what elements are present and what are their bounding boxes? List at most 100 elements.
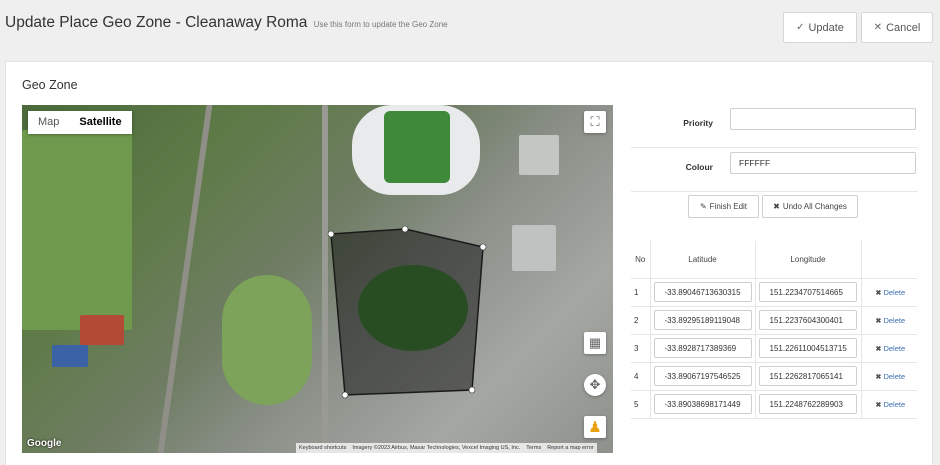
longitude-cell [754,362,861,391]
delete-x-icon: ✖ [875,345,882,353]
delete-x-icon: ✖ [875,373,882,381]
priority-row: Priority [631,104,918,148]
move-icon[interactable]: ✥ [584,374,606,396]
page-header: Update Place Geo Zone - Cleanaway Roma U… [0,0,940,58]
keyboard-shortcuts-link[interactable]: Keyboard shortcuts [299,445,346,451]
col-no-header: No [631,241,650,279]
grid-icon[interactable]: ▦ [584,332,606,354]
pencil-icon: ✎ [699,202,707,211]
table-row: 4 ✖ Delete [631,362,917,391]
colour-label: Colour [685,162,713,172]
colour-row: Colour [631,148,918,192]
latitude-cell [649,334,755,363]
report-error-link[interactable]: Report a map error [547,445,593,451]
latitude-input[interactable] [653,338,752,358]
page-title: Update Place Geo Zone - Cleanaway Roma U… [5,14,448,32]
priority-input[interactable] [730,108,916,130]
coordinates-table: No Latitude Longitude 1 ✖ Delete 2 ✖ Delete… [631,241,917,419]
delete-label: Delete [883,371,906,381]
undo-all-changes-button[interactable]: ✖ Undo All Changes [762,195,858,218]
cancel-button-label: Cancel [886,21,921,34]
longitude-cell [754,278,861,307]
fullscreen-icon[interactable]: ⛶ [584,111,606,133]
delete-cell: ✖ Delete [860,390,917,419]
longitude-input[interactable] [758,338,857,358]
polygon-vertex[interactable] [341,391,349,399]
delete-label: Delete [883,343,906,353]
col-latitude-header: Latitude [649,241,755,279]
longitude-input[interactable] [758,310,857,330]
delete-cell: ✖ Delete [860,278,917,307]
table-row: 3 ✖ Delete [631,334,917,363]
delete-label: Delete [883,287,906,297]
geo-zone-polygon[interactable] [22,105,613,453]
longitude-input[interactable] [758,394,857,414]
undo-x-icon: ✖ [773,202,780,211]
map-attribution: Keyboard shortcuts Imagery ©2023 Airbus,… [296,443,597,453]
delete-button[interactable]: ✖ Delete [862,400,906,409]
delete-label: Delete [883,315,906,325]
update-button[interactable]: ✓ Update [783,12,857,43]
delete-cell: ✖ Delete [860,334,917,363]
delete-button[interactable]: ✖ Delete [862,288,906,297]
polygon-vertex[interactable] [401,225,409,233]
col-longitude-header: Longitude [754,241,861,279]
delete-x-icon: ✖ [875,289,882,297]
polygon-vertex[interactable] [479,243,487,251]
latitude-cell [649,278,755,307]
longitude-cell [754,390,861,419]
longitude-cell [754,334,861,363]
delete-cell: ✖ Delete [860,362,917,391]
table-row: 5 ✖ Delete [631,390,917,419]
delete-button[interactable]: ✖ Delete [862,372,906,381]
polygon-vertex[interactable] [468,386,476,394]
delete-label: Delete [883,399,906,409]
coordinates-body: 1 ✖ Delete 2 ✖ Delete 3 ✖ Delete 4 ✖ Delete 5 ✖ D… [631,278,917,419]
latitude-input[interactable] [653,310,752,330]
delete-button[interactable]: ✖ Delete [862,344,906,353]
delete-button[interactable]: ✖ Delete [862,316,906,325]
undo-label: Undo All Changes [782,202,847,211]
longitude-input[interactable] [758,282,857,302]
check-icon: ✓ [796,22,805,33]
map-type-toggle: Map Satellite [28,111,132,134]
delete-x-icon: ✖ [875,317,882,325]
imagery-credit: Imagery ©2023 Airbus, Maxar Technologies… [352,445,521,451]
section-title: Geo Zone [22,78,78,92]
close-icon: ✕ [873,22,883,33]
google-logo: Google [27,438,62,449]
latitude-input[interactable] [653,394,752,414]
row-number: 3 [631,334,650,363]
longitude-input[interactable] [758,366,857,386]
latitude-cell [649,362,755,391]
latitude-cell [649,306,755,335]
polygon-vertex[interactable] [327,230,335,238]
longitude-cell [754,306,861,335]
delete-x-icon: ✖ [875,401,882,409]
row-number: 5 [631,390,650,419]
satellite-tab[interactable]: Satellite [69,111,131,134]
row-number: 2 [631,306,650,335]
table-row: 1 ✖ Delete [631,278,917,307]
finish-edit-button[interactable]: ✎ Finish Edit [688,195,759,218]
page-title-text: Update Place Geo Zone - Cleanaway Roma [5,14,308,31]
update-button-label: Update [808,21,844,34]
map-tab[interactable]: Map [28,111,69,134]
satellite-map[interactable]: Map Satellite ⛶ ▦ ✥ ♟ Google Keyboard sh… [22,105,613,453]
cancel-button[interactable]: ✕ Cancel [861,12,933,43]
colour-input[interactable] [730,152,916,174]
latitude-cell [649,390,755,419]
row-number: 4 [631,362,650,391]
latitude-input[interactable] [653,366,752,386]
finish-edit-label: Finish Edit [709,202,748,211]
page-subtitle: Use this form to update the Geo Zone [313,20,448,29]
geo-zone-card: Geo Zone Map Satellite ⛶ ▦ ✥ ♟ Google Ke… [5,61,933,465]
table-row: 2 ✖ Delete [631,306,917,335]
col-actions-header [860,241,917,279]
table-header-row: No Latitude Longitude [631,241,917,279]
pegman-icon[interactable]: ♟ [584,416,606,438]
delete-cell: ✖ Delete [860,306,917,335]
terms-link[interactable]: Terms [526,445,541,451]
row-number: 1 [631,278,650,307]
latitude-input[interactable] [653,282,752,302]
